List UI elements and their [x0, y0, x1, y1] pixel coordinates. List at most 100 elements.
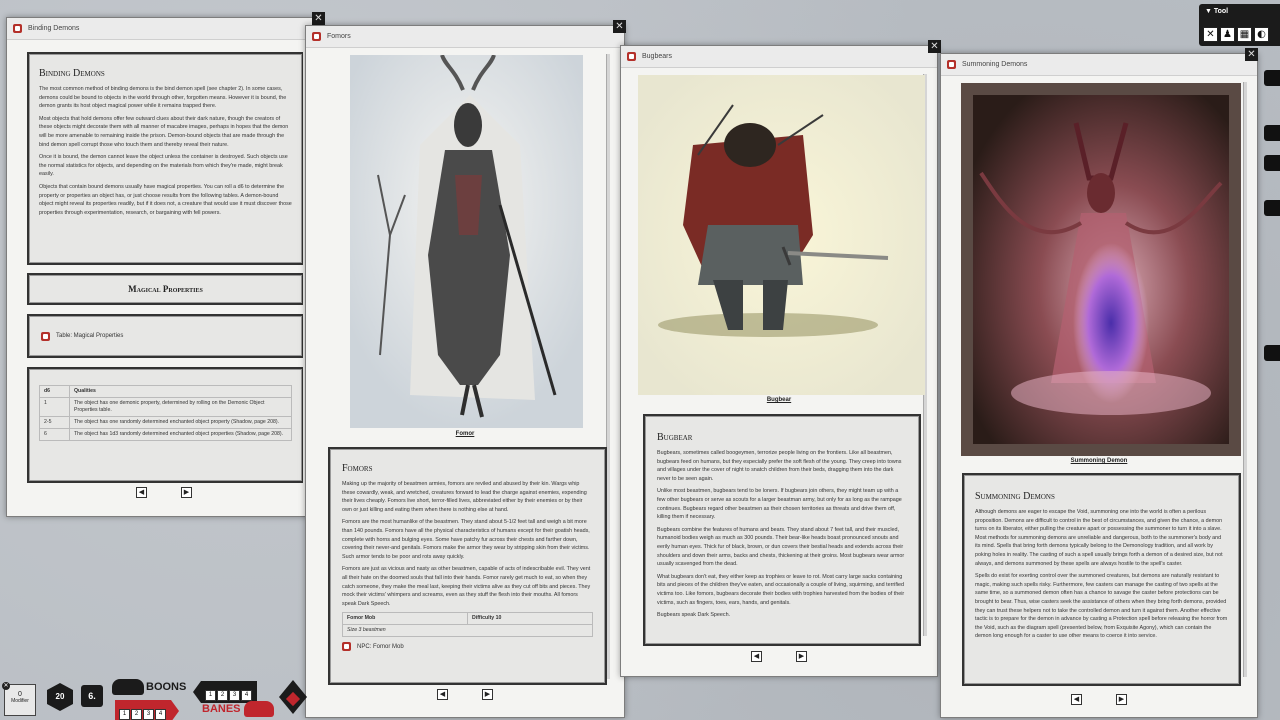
binding-demons-window[interactable]: Binding Demons ✕ Binding Demons The most… [6, 17, 319, 517]
prev-page-button[interactable]: ◀ [136, 487, 147, 498]
table-header: Qualities [70, 386, 292, 398]
close-icon[interactable]: ✕ [1245, 48, 1258, 61]
paragraph: Spells do exist for exerting control ove… [975, 572, 1228, 641]
book-icon [41, 332, 50, 341]
d6-label: 6. [88, 691, 96, 701]
table-row: 2-5 The object has one randomly determin… [40, 417, 292, 429]
modifier-box[interactable]: ✕ 0 Modifier [4, 684, 36, 716]
window-title: Bugbears [642, 53, 672, 60]
illustration-caption[interactable]: Bugbear [621, 397, 937, 403]
modifier-label: Modifier [5, 698, 35, 704]
bugbear-illustration [638, 75, 925, 395]
scrollbar[interactable] [1243, 82, 1247, 677]
table-cell: The object has one demonic property, det… [70, 398, 292, 417]
next-page-button[interactable]: ▶ [796, 651, 807, 662]
table-header: Difficulty 10 [468, 613, 593, 625]
paragraph: Bugbears, sometimes called boogeymen, te… [657, 449, 907, 483]
paragraph: What bugbears don't eat, they either kee… [657, 573, 907, 607]
banes-label: BANES [202, 703, 241, 715]
sidebar-tab[interactable] [1264, 345, 1280, 361]
npc-link[interactable]: NPC: Fomor Mob [357, 644, 404, 650]
window-title-bar[interactable]: Bugbears [621, 46, 937, 68]
table-cell: 2-5 [40, 417, 70, 429]
fomors-window[interactable]: Fomors ✕ Fomor Fomors Making up the majo… [305, 25, 625, 718]
sidebar-tab[interactable] [1264, 155, 1280, 171]
paragraph: Bugbears speak Dark Speech. [657, 611, 907, 620]
book-icon [627, 52, 636, 61]
table-cell: 6 [40, 429, 70, 441]
bane-3-button[interactable]: 3 [143, 709, 154, 720]
book-icon [947, 60, 956, 69]
d6-icon[interactable]: 6. [81, 685, 103, 707]
close-icon[interactable]: ✕ [928, 40, 941, 53]
table-link[interactable]: Table: Magical Properties [56, 333, 123, 339]
next-page-button[interactable]: ▶ [1116, 694, 1127, 705]
panel-heading: Fomors [342, 463, 593, 474]
paragraph: Objects that contain bound demons usuall… [39, 183, 292, 217]
npc-link-row: NPC: Fomor Mob [342, 642, 593, 651]
paragraph: Once it is bound, the demon cannot leave… [39, 153, 292, 179]
palette-icon[interactable]: ◐ [1254, 27, 1269, 42]
window-title: Summoning Demons [962, 61, 1027, 68]
bane-1-button[interactable]: 1 [119, 709, 130, 720]
panel-heading: Summoning Demons [975, 491, 1228, 502]
d20-icon[interactable]: 20 [46, 682, 74, 712]
sidebar-tab[interactable] [1264, 70, 1280, 86]
close-icon[interactable]: ✕ [312, 12, 325, 25]
prev-page-button[interactable]: ◀ [437, 689, 448, 700]
bane-2-button[interactable]: 2 [131, 709, 142, 720]
party-icon[interactable]: ♟ [1220, 27, 1235, 42]
tools-icon[interactable]: ✕ [1203, 27, 1218, 42]
bane-4-button[interactable]: 4 [155, 709, 166, 720]
prev-page-button[interactable]: ◀ [1071, 694, 1082, 705]
next-page-button[interactable]: ▶ [181, 487, 192, 498]
paragraph: Although demons are eager to escape the … [975, 508, 1228, 568]
paragraph: Making up the majority of beastmen armie… [342, 480, 593, 514]
boons-label: BOONS [146, 681, 186, 693]
window-title-bar[interactable]: Binding Demons [7, 18, 318, 40]
window-title-bar[interactable]: Fomors [306, 26, 624, 48]
summoning-demons-window[interactable]: Summoning Demons ✕ [940, 53, 1258, 718]
illustration-caption[interactable]: Fomor [306, 431, 624, 437]
close-icon[interactable]: ✕ [2, 682, 10, 690]
table-cell: 1 [40, 398, 70, 417]
close-icon[interactable]: ✕ [613, 20, 626, 33]
calendar-icon[interactable]: ▦ [1237, 27, 1252, 42]
boons-badge[interactable]: BOONS [112, 678, 196, 696]
table-row: Size 3 beastmen [343, 625, 593, 637]
bane-selector: 1234 [115, 700, 179, 720]
bugbears-window[interactable]: Bugbears ✕ Bugbear Bugbear Bugbears, som… [620, 45, 938, 677]
table-row: 6 The object has 1d3 randomly determined… [40, 429, 292, 441]
window-title: Fomors [327, 33, 351, 40]
page-nav: ◀ ▶ [437, 689, 493, 700]
next-page-button[interactable]: ▶ [482, 689, 493, 700]
qualities-table: d6 Qualities 1 The object has one demoni… [39, 385, 292, 441]
paragraph: Unlike most beastmen, bugbears tend to b… [657, 487, 907, 521]
banes-badge[interactable]: BANES [200, 700, 280, 718]
table-header: Fomor Mob [343, 613, 468, 625]
sidebar-tab[interactable] [1264, 200, 1280, 216]
chaos-die-icon[interactable] [279, 680, 307, 714]
tool-panel-title[interactable]: ▼ Tool [1205, 8, 1228, 15]
paragraph: Most objects that hold demons offer few … [39, 115, 292, 149]
qualities-table-panel: d6 Qualities 1 The object has one demoni… [27, 367, 303, 483]
section-heading: Magical Properties [128, 284, 203, 294]
modifier-value: 0 [5, 691, 35, 698]
table-header: d6 [40, 386, 70, 398]
book-icon [342, 642, 351, 651]
window-title-bar[interactable]: Summoning Demons [941, 54, 1257, 76]
banes-skull-icon [244, 701, 274, 717]
page-nav: ◀ ▶ [1071, 694, 1127, 705]
paragraph: Bugbears combine the features of humans … [657, 526, 907, 569]
paragraph: The most common method of binding demons… [39, 85, 292, 111]
table-row: 1 The object has one demonic property, d… [40, 398, 292, 417]
fomors-text-panel: Fomors Making up the majority of beastme… [328, 447, 607, 685]
table-header-row: d6 Qualities [40, 386, 292, 398]
book-icon [312, 32, 321, 41]
illustration-caption[interactable]: Summoning Demon [941, 458, 1257, 464]
tool-panel: ▼ Tool ✕ ♟ ▦ ◐ [1199, 4, 1280, 46]
prev-page-button[interactable]: ◀ [751, 651, 762, 662]
panel-heading: Binding Demons [39, 68, 292, 79]
sidebar-tab[interactable] [1264, 125, 1280, 141]
page-nav: ◀ ▶ [751, 651, 807, 662]
